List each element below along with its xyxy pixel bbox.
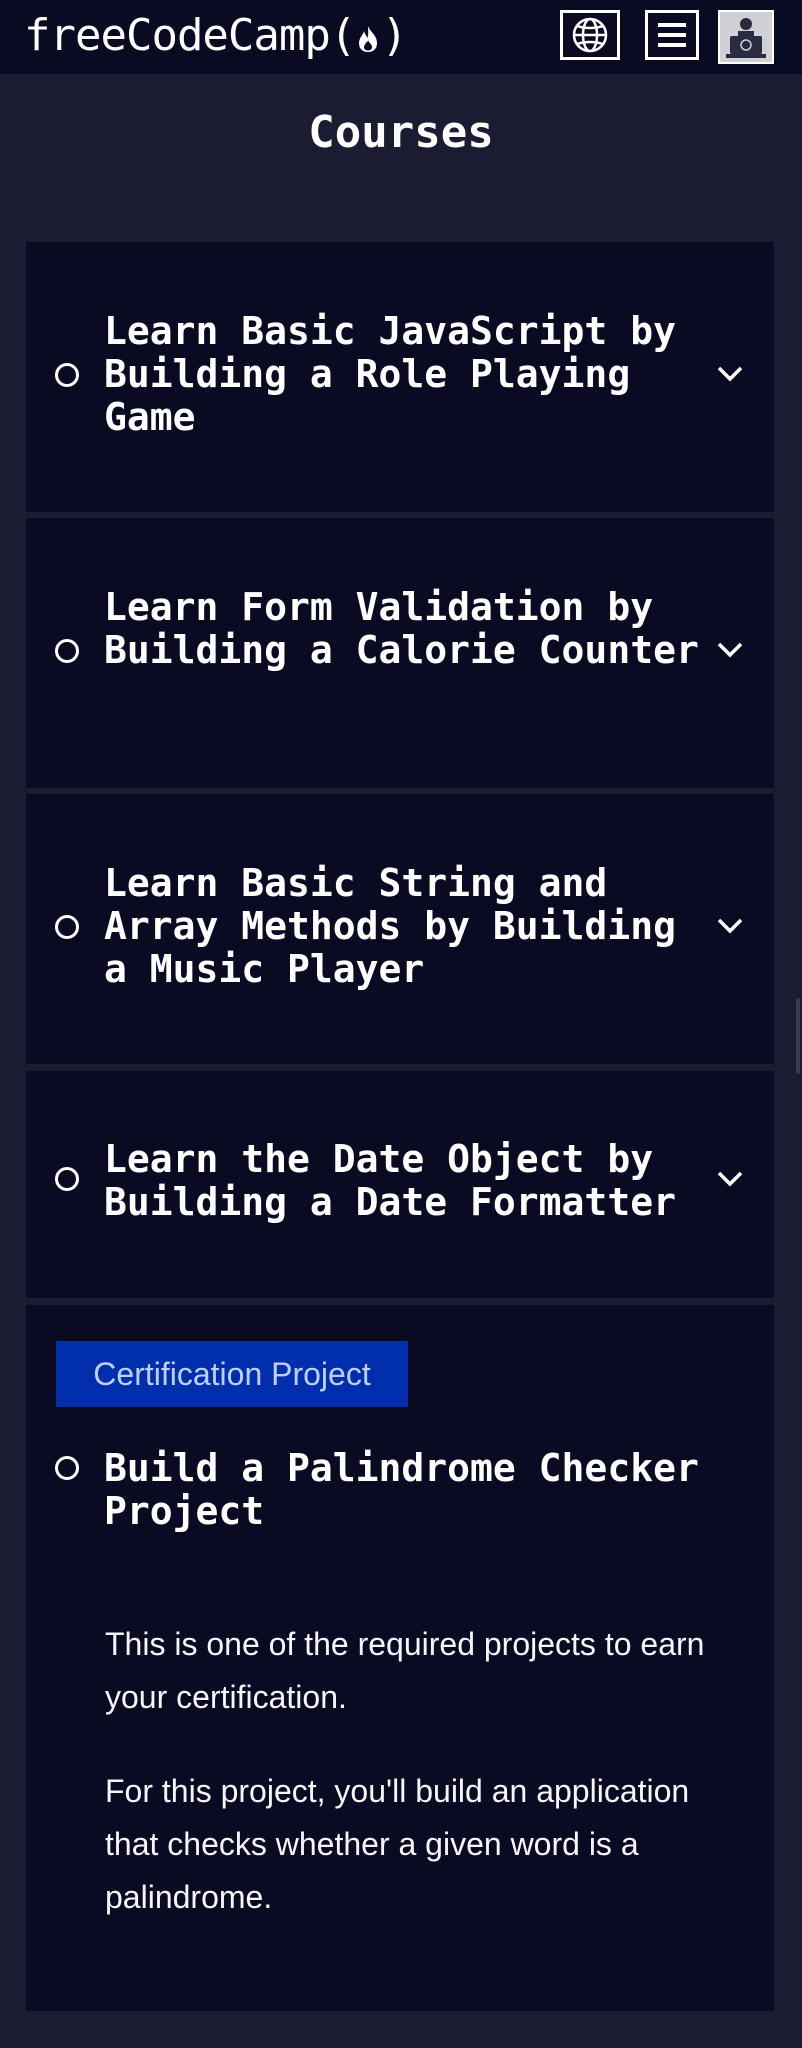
incomplete-circle-icon — [55, 1167, 79, 1191]
user-avatar[interactable] — [718, 10, 774, 64]
course-block-calorie-counter: Learn Form Validation by Building a Calo… — [26, 518, 774, 788]
freecodecamp-logo[interactable]: freeCodeCamp( ) — [24, 8, 408, 64]
cert-project-description-2: For this project, you'll build an applic… — [105, 1773, 690, 1915]
logo-paren-open: ( — [329, 10, 356, 61]
incomplete-circle-icon — [55, 639, 79, 663]
block-header-button[interactable]: Learn Form Validation by Building a Calo… — [26, 518, 774, 788]
chevron-down-icon — [717, 642, 743, 658]
course-block-music-player: Learn Basic String and Array Methods by … — [26, 794, 774, 1064]
chevron-down-icon — [717, 366, 743, 382]
block-title: Learn the Date Object by Building a Date… — [104, 1137, 676, 1224]
course-block-role-playing-game: Learn Basic JavaScript by Building a Rol… — [26, 242, 774, 512]
hamburger-menu-icon — [658, 23, 686, 47]
incomplete-circle-icon — [55, 915, 79, 939]
page-title: Courses — [308, 107, 494, 158]
cert-project-description-1: This is one of the required projects to … — [105, 1626, 705, 1715]
globe-icon — [572, 17, 608, 53]
top-navbar: freeCodeCamp( ) — [0, 0, 802, 74]
scrollbar-thumb[interactable] — [796, 998, 800, 1074]
logo-paren-close: ) — [381, 10, 407, 61]
block-title: Learn Basic JavaScript by Building a Rol… — [104, 309, 676, 439]
incomplete-circle-icon — [55, 1456, 79, 1480]
menu-button[interactable] — [645, 10, 699, 60]
block-header-button[interactable]: Learn Basic String and Array Methods by … — [26, 794, 774, 1064]
certification-project-block: Certification Project Build a Palindrome… — [26, 1305, 774, 2011]
block-title: Learn Basic String and Array Methods by … — [104, 861, 676, 991]
language-button[interactable] — [560, 10, 620, 60]
incomplete-circle-icon — [55, 363, 79, 387]
chevron-down-icon — [717, 918, 743, 934]
certification-project-badge: Certification Project — [56, 1341, 408, 1407]
block-header-button[interactable]: Learn the Date Object by Building a Date… — [26, 1071, 774, 1298]
logo-text: freeCodeCamp — [24, 10, 331, 61]
flame-icon — [359, 26, 378, 52]
user-avatar-icon — [720, 12, 772, 62]
block-header-button[interactable]: Learn Basic JavaScript by Building a Rol… — [26, 242, 774, 512]
block-title: Learn Form Validation by Building a Calo… — [104, 585, 699, 672]
course-block-date-formatter: Learn the Date Object by Building a Date… — [26, 1071, 774, 1298]
chevron-down-icon — [717, 1171, 743, 1187]
cert-project-title-link[interactable]: Build a Palindrome Checker Project — [104, 1447, 744, 1533]
